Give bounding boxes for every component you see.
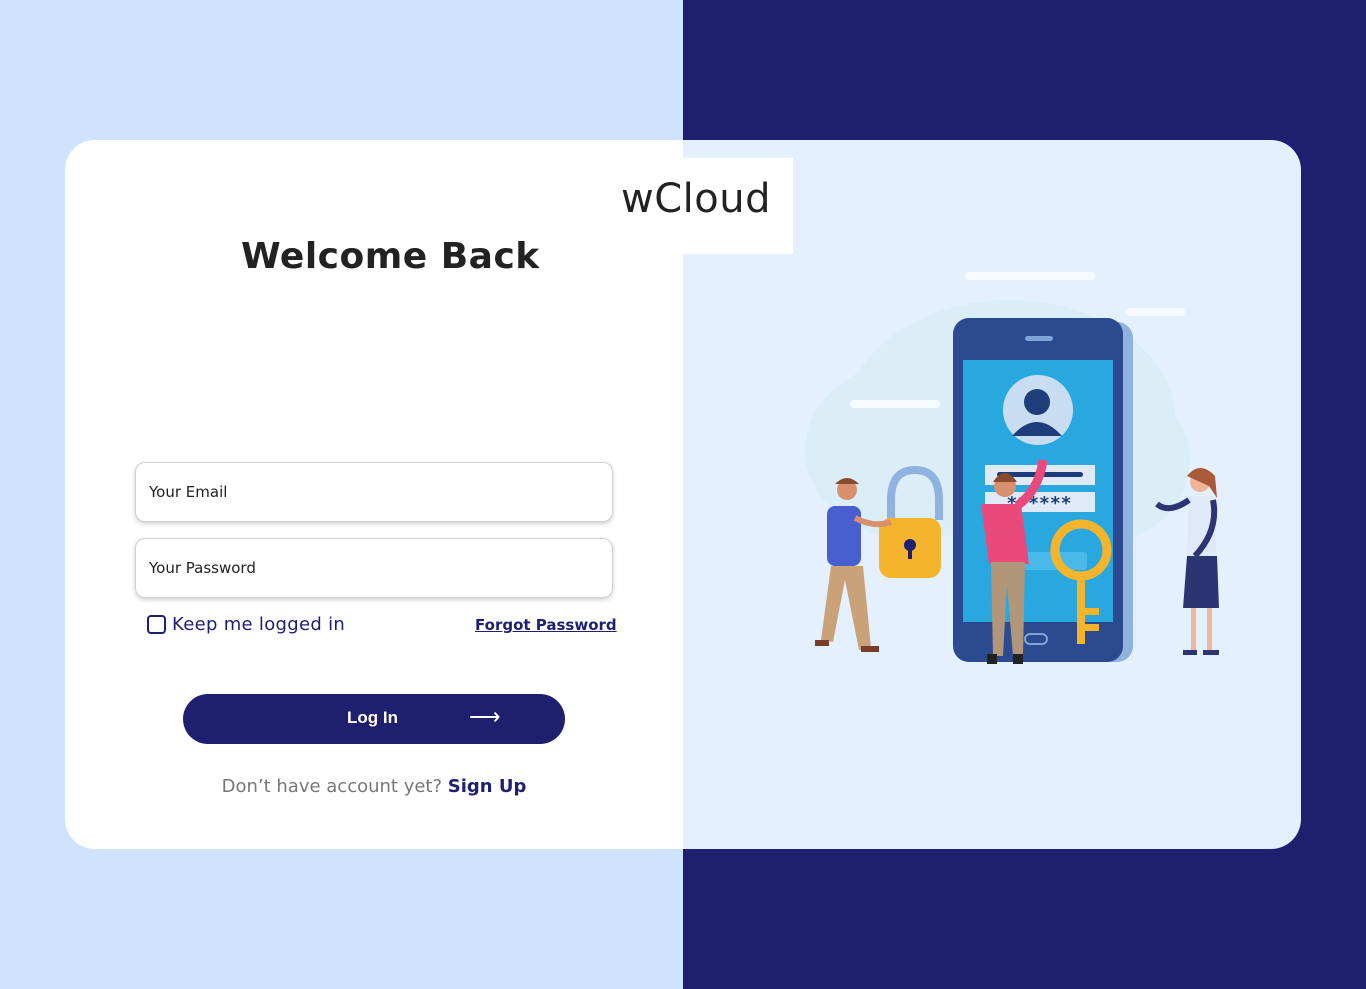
welcome-heading: Welcome Back [241, 236, 540, 277]
password-field[interactable] [135, 538, 613, 598]
security-illustration: ****** [805, 272, 1219, 664]
brand-logo: wCloud [621, 176, 771, 222]
login-form-panel: Welcome Back Keep me logged in Forgot Pa… [65, 140, 683, 849]
remember-me-toggle[interactable]: Keep me logged in [147, 614, 345, 635]
signup-prompt: Don’t have account yet? [221, 776, 443, 797]
forgot-password-link[interactable]: Forgot Password [475, 616, 617, 634]
login-card: Welcome Back Keep me logged in Forgot Pa… [65, 140, 1301, 849]
remember-me-label: Keep me logged in [172, 614, 346, 635]
signup-link[interactable]: Sign Up [448, 776, 527, 797]
login-button-label: Log In [347, 708, 398, 727]
remember-me-checkbox[interactable] [147, 615, 166, 634]
login-button[interactable]: Log In ⟶ [183, 694, 565, 744]
signup-row: Don’t have account yet? Sign Up [65, 776, 683, 797]
user-avatar-icon [1003, 375, 1073, 445]
phone-icon: ****** [953, 318, 1133, 662]
email-field[interactable] [135, 462, 613, 522]
arrow-right-icon: ⟶ [469, 704, 501, 729]
